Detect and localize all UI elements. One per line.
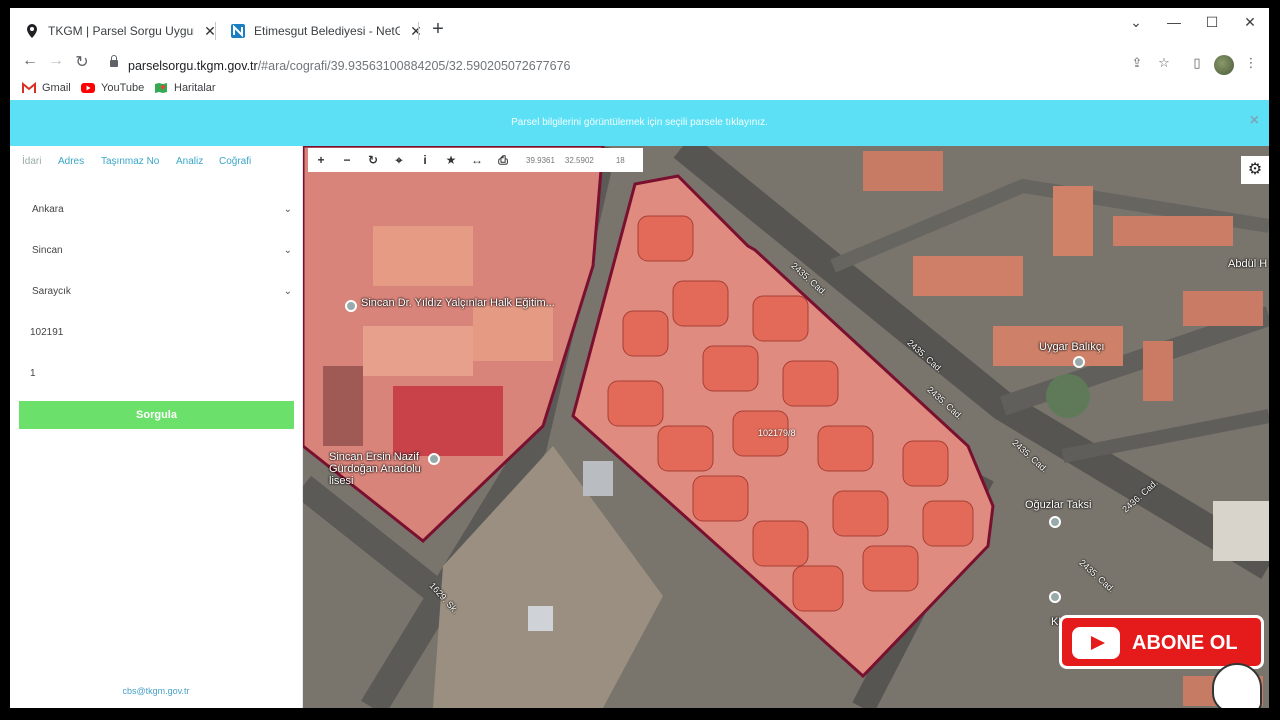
tab-parsel-sorgu[interactable]: TKGM | Parsel Sorgu Uygulaması ✕ [10, 16, 218, 46]
tab-cografi[interactable]: Coğrafi [219, 156, 251, 167]
pointing-hand-icon [1212, 663, 1262, 708]
refresh-icon[interactable]: ↻ [360, 153, 386, 167]
print-icon[interactable]: ⎙ [490, 153, 516, 168]
forward-button[interactable]: → [46, 52, 66, 70]
latitude-readout: 39.9361 [526, 155, 555, 165]
district-value: Sincan [32, 245, 63, 256]
gmail-icon [22, 81, 36, 94]
minimize-button[interactable]: — [1164, 14, 1184, 30]
bookmark-label: YouTube [101, 82, 145, 94]
bookmark-star-icon[interactable]: ☆ [1155, 55, 1173, 71]
province-value: Ankara [32, 204, 64, 215]
tab-idari[interactable]: İdari [22, 156, 41, 167]
subscribe-badge: ABONE OL [1059, 615, 1264, 669]
map-toolbar: + − ↻ ⌖ i ★ ↔ ⎙ 39.9361 32.5902 18 [308, 148, 643, 172]
close-window-button[interactable]: ✕ [1240, 14, 1260, 31]
lock-icon [110, 55, 118, 67]
contact-email[interactable]: cbs@tkgm.gov.tr [10, 686, 302, 696]
bookmark-youtube[interactable]: YouTube [81, 82, 144, 94]
tab-tasinmaz-no[interactable]: Taşınmaz No [101, 156, 159, 167]
side-panel-icon[interactable]: ▯ [1188, 55, 1206, 71]
url-host: parselsorgu.tkgm.gov.tr [128, 59, 258, 73]
tab-separator [418, 22, 419, 40]
maximize-button[interactable]: ☐ [1202, 14, 1222, 31]
info-banner: Parsel bilgilerini görüntülemek için seç… [10, 100, 1269, 146]
star-icon[interactable]: ★ [438, 153, 464, 167]
zoom-out-icon[interactable]: − [334, 153, 360, 167]
map-label-abdul: Abdül H [1228, 258, 1268, 270]
share-icon[interactable]: ⇪ [1128, 55, 1146, 71]
zoom-in-icon[interactable]: + [308, 153, 334, 167]
place-pin-icon [1049, 516, 1061, 528]
chevron-down-icon: ⌄ [283, 204, 292, 215]
district-select[interactable]: Sincan ⌄ [32, 245, 292, 265]
place-pin-icon [345, 300, 357, 312]
banner-close-icon[interactable]: × [1250, 112, 1259, 130]
url-path: /#ara/cografi/39.93563100884205/32.59020… [257, 59, 571, 73]
tab-analiz[interactable]: Analiz [176, 156, 203, 167]
new-tab-button[interactable]: + [428, 18, 448, 41]
tab-adres[interactable]: Adres [58, 156, 84, 167]
map-label-school2: Sincan Ersin Nazif Gürdoğan Anadolu lise… [329, 451, 421, 487]
youtube-icon [81, 82, 95, 94]
url-field[interactable]: parselsorgu.tkgm.gov.tr/#ara/cografi/39.… [128, 59, 570, 73]
banner-message: Parsel bilgilerini görüntülemek için seç… [511, 117, 768, 128]
map-label-school1: Sincan Dr. Yıldız Yalçınlar Halk Eğitim.… [361, 297, 555, 309]
gear-icon[interactable]: ⚙ [1241, 156, 1269, 184]
netgis-icon [230, 23, 246, 39]
maps-icon [154, 82, 168, 94]
zoom-readout: 18 [615, 155, 625, 165]
block-input[interactable]: 102191 [30, 327, 290, 347]
subscribe-text: ABONE OL [1132, 632, 1238, 654]
back-button[interactable]: ← [20, 52, 40, 70]
map-label-oguzlar: Oğuzlar Taksi [1025, 499, 1092, 511]
bookmarks-bar: Gmail YouTube Haritalar [10, 80, 1269, 100]
tab-strip: TKGM | Parsel Sorgu Uygulaması ✕ Etimesg… [10, 8, 1269, 46]
province-select[interactable]: Ankara ⌄ [32, 204, 292, 224]
parcel-id-label: 102179/8 [758, 428, 796, 438]
query-button[interactable]: Sorgula [19, 401, 294, 429]
neighborhood-value: Saraycık [32, 286, 71, 297]
map-label-uygar: Uygar Balıkçı [1039, 341, 1105, 353]
measure-icon[interactable]: ↔ [464, 153, 490, 167]
bookmark-label: Haritalar [174, 82, 216, 94]
close-tab-icon[interactable]: ✕ [408, 23, 424, 40]
chevron-down-icon: ⌄ [283, 245, 292, 256]
bookmark-label: Gmail [42, 82, 71, 94]
tab-title: Etimesgut Belediyesi - NetGIS Harita [254, 24, 400, 38]
reload-button[interactable]: ↻ [72, 52, 92, 72]
chevron-down-icon: ⌄ [283, 286, 292, 297]
query-sidebar: İdari Adres Taşınmaz No Analiz Coğrafi A… [10, 146, 303, 708]
tab-netgis[interactable]: Etimesgut Belediyesi - NetGIS Harita ✕ [216, 16, 424, 46]
longitude-readout: 32.5902 [564, 155, 594, 165]
place-pin-icon [428, 453, 440, 465]
place-pin-icon [1049, 591, 1061, 603]
neighborhood-select[interactable]: Saraycık ⌄ [32, 286, 292, 306]
menu-kebab-icon[interactable]: ⋮ [1242, 55, 1260, 71]
address-bar: ← → ↻ parselsorgu.tkgm.gov.tr/#ara/cogra… [10, 46, 1269, 80]
profile-avatar[interactable] [1214, 55, 1234, 75]
info-icon[interactable]: i [412, 153, 438, 167]
place-pin-icon [1073, 356, 1085, 368]
query-tabs: İdari Adres Taşınmaz No Analiz Coğrafi [10, 156, 302, 172]
map-pin-icon [24, 23, 40, 39]
tab-search-icon[interactable]: ⌄ [1126, 14, 1146, 31]
locate-icon[interactable]: ⌖ [386, 153, 412, 168]
bookmark-maps[interactable]: Haritalar [154, 82, 216, 94]
tab-title: TKGM | Parsel Sorgu Uygulaması [48, 24, 194, 38]
parcel-input[interactable]: 1 [30, 368, 290, 388]
browser-window: TKGM | Parsel Sorgu Uygulaması ✕ Etimesg… [10, 8, 1269, 708]
youtube-play-icon [1072, 627, 1120, 659]
bookmark-gmail[interactable]: Gmail [22, 81, 71, 94]
